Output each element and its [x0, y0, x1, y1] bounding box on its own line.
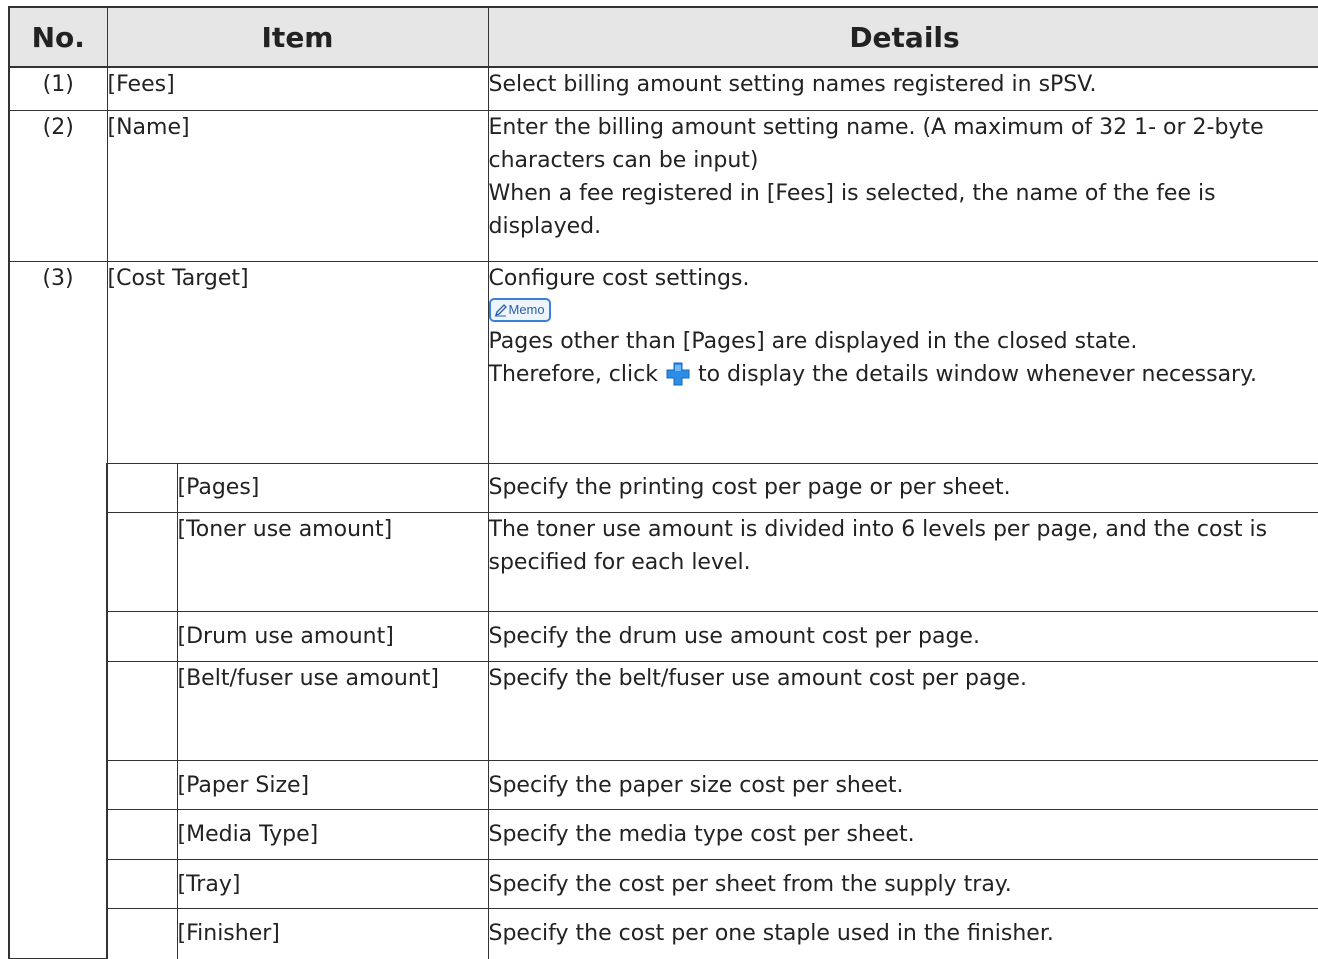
- memo-label: Memo: [509, 300, 545, 320]
- table-row: [Media Type] Specify the media type cost…: [9, 810, 1318, 860]
- table-row: [Toner use amount] The toner use amount …: [9, 513, 1318, 612]
- subrow-details: Specify the belt/fuser use amount cost p…: [488, 661, 1318, 760]
- row-item: [Name]: [107, 110, 488, 262]
- details-text: Therefore, click: [489, 362, 658, 387]
- details-line: Configure cost settings.: [489, 262, 1318, 295]
- details-line: Pages other than [Pages] are displayed i…: [489, 325, 1318, 358]
- subrow-item: [Pages]: [177, 463, 488, 513]
- details-line: Therefore, click to display the details …: [489, 358, 1318, 396]
- subrow-details: Specify the cost per one staple used in …: [488, 909, 1318, 959]
- blue-plus-icon: [666, 362, 690, 396]
- subrow-item: [Paper Size]: [177, 760, 488, 810]
- subrow-details: Specify the drum use amount cost per pag…: [488, 612, 1318, 662]
- row-number: (1): [9, 67, 107, 110]
- details-text: to display the details window whenever n…: [698, 362, 1257, 387]
- table-header-row: No. Item Details: [9, 7, 1318, 67]
- subrow-details: Specify the printing cost per page or pe…: [488, 463, 1318, 513]
- subrow-details: Specify the cost per sheet from the supp…: [488, 859, 1318, 909]
- subrow-item: [Finisher]: [177, 909, 488, 959]
- details-line: When a fee registered in [Fees] is selec…: [489, 177, 1318, 243]
- subrow-item: [Belt/fuser use amount]: [177, 661, 488, 760]
- settings-table: No. Item Details (1) [Fees] Select billi…: [8, 6, 1318, 959]
- memo-row: Memo: [489, 295, 1318, 325]
- subrow-item: [Media Type]: [177, 810, 488, 860]
- table-row: [Paper Size] Specify the paper size cost…: [9, 760, 1318, 810]
- table-row: [Belt/fuser use amount] Specify the belt…: [9, 661, 1318, 760]
- table-row: [Pages] Specify the printing cost per pa…: [9, 463, 1318, 513]
- subrow-item: [Drum use amount]: [177, 612, 488, 662]
- table-row: [Drum use amount] Specify the drum use a…: [9, 612, 1318, 662]
- memo-pencil-icon: [494, 303, 508, 317]
- table-row: (1) [Fees] Select billing amount setting…: [9, 67, 1318, 110]
- memo-badge: Memo: [489, 298, 551, 322]
- header-no: No.: [9, 7, 107, 67]
- row-item: [Cost Target]: [107, 262, 488, 463]
- table-row: (2) [Name] Enter the billing amount sett…: [9, 110, 1318, 262]
- details-line: Enter the billing amount setting name. (…: [489, 111, 1318, 177]
- row-details: Configure cost settings. Memo Pages othe…: [488, 262, 1318, 463]
- table-row: [Tray] Specify the cost per sheet from t…: [9, 859, 1318, 909]
- row-number: (3): [9, 262, 107, 959]
- row-item: [Fees]: [107, 67, 488, 110]
- row-details: Select billing amount setting names regi…: [488, 67, 1318, 110]
- subrow-details: Specify the media type cost per sheet.: [488, 810, 1318, 860]
- row-details: Enter the billing amount setting name. (…: [488, 110, 1318, 262]
- row-number: (2): [9, 110, 107, 262]
- table-row: (3) [Cost Target] Configure cost setting…: [9, 262, 1318, 463]
- subrow-item: [Toner use amount]: [177, 513, 488, 612]
- subrow-details: The toner use amount is divided into 6 l…: [488, 513, 1318, 612]
- subrow-details: Specify the paper size cost per sheet.: [488, 760, 1318, 810]
- header-item: Item: [107, 7, 488, 67]
- header-details: Details: [488, 7, 1318, 67]
- subrow-item: [Tray]: [177, 859, 488, 909]
- table-row: [Finisher] Specify the cost per one stap…: [9, 909, 1318, 959]
